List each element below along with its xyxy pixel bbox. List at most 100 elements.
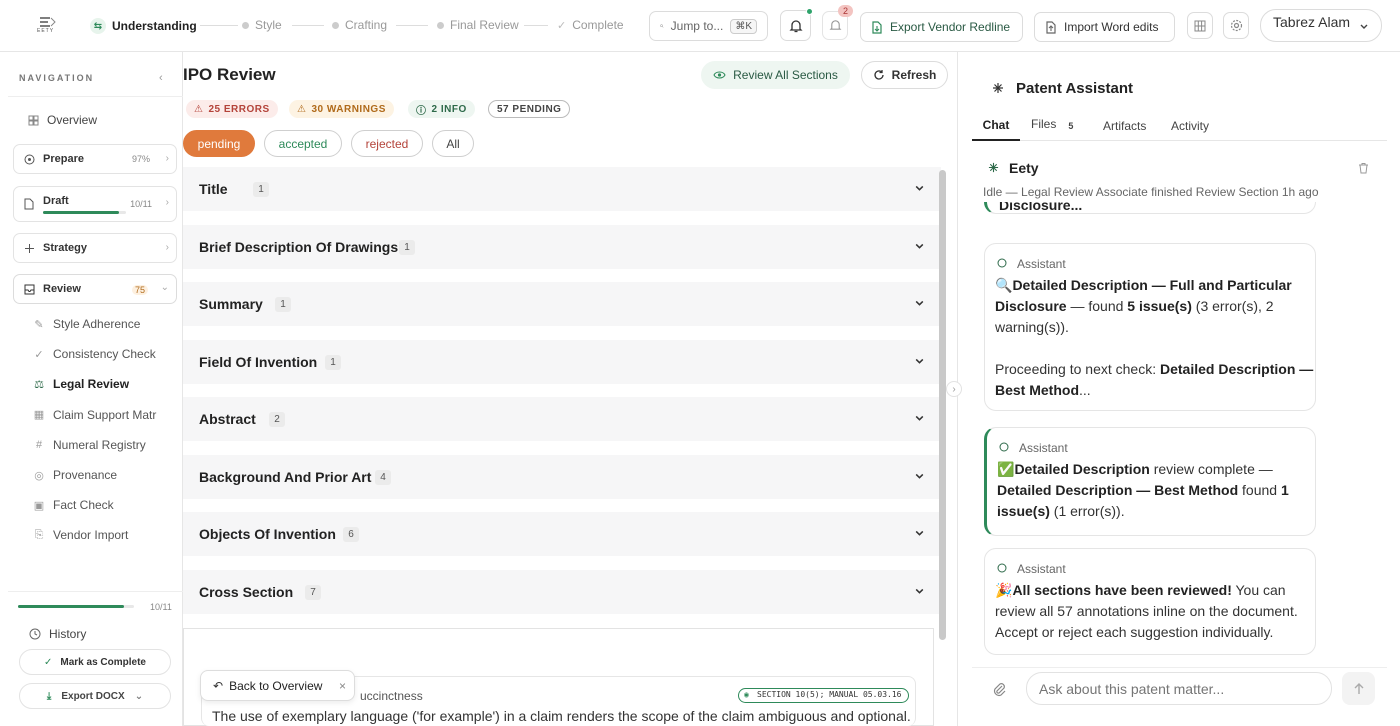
- pending-count-chip[interactable]: 57 PENDING: [488, 100, 571, 118]
- filter-all[interactable]: All: [432, 130, 474, 157]
- sidebar-subitem-consistency-check[interactable]: ✓ Consistency Check: [33, 347, 156, 362]
- section-row-abstract[interactable]: Abstract 2: [183, 397, 941, 441]
- clock-icon: [29, 628, 41, 640]
- bold-text: Detailed Description — Best Method: [997, 482, 1239, 498]
- send-button[interactable]: [1342, 672, 1375, 705]
- step-understanding[interactable]: ⇆ Understanding: [90, 18, 197, 34]
- eety-logo[interactable]: EETY: [36, 16, 58, 34]
- panel-toggle-icon[interactable]: ›: [946, 381, 962, 397]
- mark-complete-button[interactable]: ✓ Mark as Complete: [19, 649, 171, 675]
- review-count-badge: 75: [131, 285, 148, 295]
- sidebar-card-draft[interactable]: Draft 10/11 ›: [13, 186, 177, 222]
- chip-label: 57 PENDING: [497, 103, 562, 115]
- errors-count-chip[interactable]: ⚠ 25 ERRORS: [186, 100, 278, 118]
- sidebar-subitem-numeral-registry[interactable]: # Numeral Registry: [33, 438, 146, 452]
- scrollbar-thumb[interactable]: [939, 170, 946, 640]
- collapse-sidebar-icon[interactable]: ‹: [159, 72, 163, 84]
- refresh-button[interactable]: Refresh: [861, 61, 948, 89]
- settings-button[interactable]: [1223, 12, 1249, 39]
- chevron-down-icon: [914, 182, 925, 193]
- tab-activity[interactable]: Activity: [1171, 110, 1209, 141]
- review-all-sections-button[interactable]: Review All Sections: [701, 61, 850, 89]
- user-name: Tabrez Alam: [1273, 13, 1351, 30]
- files-count-badge: 5: [1068, 120, 1074, 131]
- user-menu-button[interactable]: Tabrez Alam: [1260, 9, 1382, 42]
- tab-chat[interactable]: Chat: [972, 110, 1020, 141]
- sidebar-subitem-fact-check[interactable]: ▣ Fact Check: [33, 498, 114, 512]
- chat-input[interactable]: [1026, 672, 1332, 705]
- section-row-title[interactable]: Title 1: [183, 167, 941, 211]
- section-count: 2: [269, 411, 285, 427]
- section-count: 1: [253, 181, 269, 197]
- section-count: 1: [275, 296, 291, 312]
- section-row-field-of-invention[interactable]: Field Of Invention 1: [183, 340, 941, 384]
- top-bar: EETY ⇆ Understanding Style Crafting Fina…: [0, 0, 1400, 52]
- refresh-label: Refresh: [891, 68, 937, 82]
- tab-label: Activity: [1171, 118, 1210, 133]
- message-author: Assistant: [1017, 257, 1066, 271]
- text: Proceeding to next check:: [995, 361, 1160, 377]
- history-link[interactable]: History: [29, 627, 86, 641]
- section-row-background-and-prior-art[interactable]: Background And Prior Art 4: [183, 455, 941, 499]
- back-to-overview-button[interactable]: ↶ Back to Overview ×: [200, 670, 355, 701]
- paperclip-icon[interactable]: [992, 682, 1006, 697]
- chat-messages: Disclosure... Assistant 🔍Detailed Descri…: [958, 202, 1400, 662]
- info-count-chip[interactable]: ⓘ 2 INFO: [408, 100, 475, 118]
- import-word-edits-button[interactable]: Import Word edits: [1034, 12, 1175, 42]
- filter-accepted[interactable]: accepted: [264, 130, 342, 157]
- sidebar-subitem-style-adherence[interactable]: ✎ Style Adherence: [33, 317, 140, 331]
- inbox-icon: [24, 284, 35, 295]
- sidebar-subitem-provenance[interactable]: ◎ Provenance: [33, 468, 117, 482]
- text: found: [1238, 482, 1281, 498]
- sparkle-icon: [992, 82, 1004, 94]
- layout-toggle-button[interactable]: [1187, 12, 1213, 39]
- section-title: Title: [199, 181, 228, 197]
- download-icon: ⤓: [46, 690, 52, 702]
- step-crafting[interactable]: Crafting: [332, 18, 387, 32]
- clipboard-check-icon: ▣: [33, 499, 45, 512]
- sidebar-card-review[interactable]: Review 75 ⌄: [13, 274, 177, 304]
- check-icon: ✓: [44, 656, 53, 668]
- hash-icon: #: [35, 438, 43, 451]
- sidebar-subitem-label: Vendor Import: [53, 528, 129, 543]
- tab-artifacts[interactable]: Artifacts: [1103, 110, 1146, 141]
- notifications-button[interactable]: [780, 8, 813, 41]
- chevron-down-icon: [914, 585, 925, 596]
- sidebar-subitem-label: Consistency Check: [53, 347, 156, 362]
- chat-message-clipped: Disclosure...: [984, 202, 1316, 214]
- section-title: Objects Of Invention: [199, 526, 336, 542]
- close-icon[interactable]: ×: [339, 679, 346, 693]
- send-arrow-icon: [1354, 682, 1363, 694]
- sidebar-subitem-claim-support-matr[interactable]: ▦ Claim Support Matr: [33, 408, 157, 422]
- chevron-down-icon: ⌄: [134, 690, 144, 702]
- sidebar-subitem-vendor-import[interactable]: ⎘ Vendor Import: [33, 528, 129, 543]
- sidebar-subitem-legal-review[interactable]: ⚖ Legal Review: [18, 370, 176, 401]
- filter-rejected[interactable]: rejected: [351, 130, 423, 157]
- filter-pending[interactable]: pending: [183, 130, 255, 157]
- section-row-cross-section[interactable]: Cross Section 7: [183, 570, 941, 614]
- section-row-brief-description-of-drawings[interactable]: Brief Description Of Drawings 1: [183, 225, 941, 269]
- tab-label: Files: [1031, 116, 1057, 131]
- sidebar-card-strategy[interactable]: Strategy ›: [13, 233, 177, 263]
- step-style[interactable]: Style: [242, 18, 282, 32]
- section-row-summary[interactable]: Summary 1: [183, 282, 941, 326]
- export-docx-button[interactable]: ⤓ Export DOCX ⌄: [19, 683, 171, 709]
- alerts-button[interactable]: 2: [822, 5, 853, 40]
- step-complete[interactable]: ✓ Complete: [557, 18, 624, 32]
- sidebar-subitem-label: Fact Check: [53, 498, 114, 513]
- step-final-review[interactable]: Final Review: [437, 18, 519, 32]
- section-count: 1: [399, 239, 415, 255]
- prepare-percent: 97%: [131, 154, 150, 164]
- tab-files[interactable]: Files 5: [1031, 110, 1073, 141]
- jump-to-button[interactable]: Jump to... ⌘K: [649, 11, 768, 41]
- step-dot: [332, 21, 339, 29]
- section-row-objects-of-invention[interactable]: Objects Of Invention 6: [183, 512, 941, 556]
- chevron-right-icon: ›: [165, 197, 169, 208]
- sidebar-item-overview[interactable]: Overview: [28, 113, 97, 127]
- trash-icon[interactable]: [1358, 162, 1369, 174]
- warnings-count-chip[interactable]: ⚠ 30 WARNINGS: [289, 100, 394, 118]
- page-title: IPO Review: [183, 65, 276, 84]
- sidebar-card-prepare[interactable]: Prepare 97% ›: [13, 144, 177, 174]
- export-vendor-redline-button[interactable]: Export Vendor Redline: [860, 12, 1023, 42]
- issue-tag: ◉ SECTION 10(5); MANUAL 05.03.16: [738, 688, 909, 703]
